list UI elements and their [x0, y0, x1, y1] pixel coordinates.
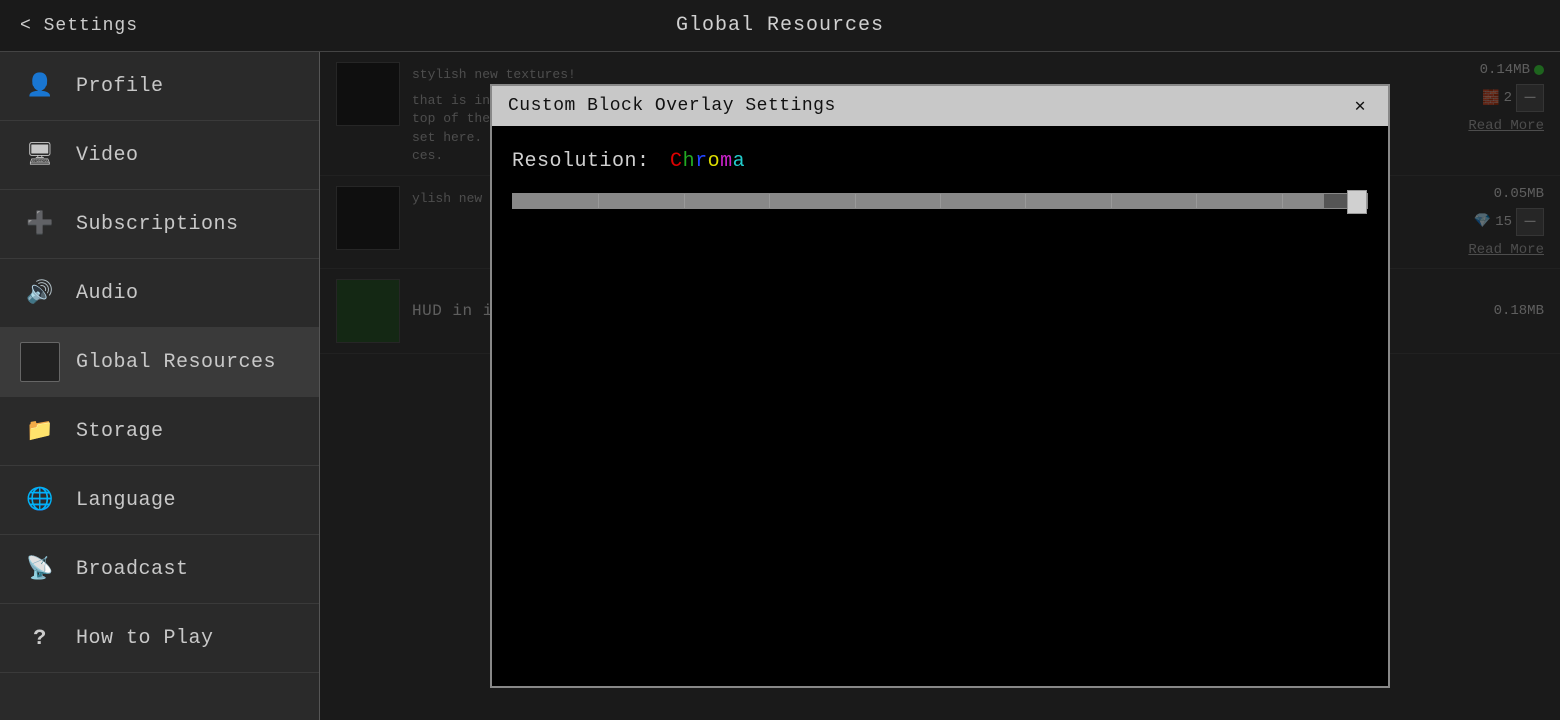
sidebar-item-video[interactable]: 🖥 Video	[0, 121, 319, 190]
back-button[interactable]: < Settings	[20, 16, 138, 36]
chroma-letter-m: m	[720, 150, 733, 173]
resolution-label: Resolution: Chroma	[512, 150, 1368, 173]
sidebar-item-label: Global Resources	[76, 351, 276, 374]
resolution-slider-container	[512, 193, 1368, 209]
broadcast-icon: 📡	[20, 549, 60, 589]
slider-tick	[855, 194, 856, 208]
language-icon: 🌐	[20, 480, 60, 520]
sidebar-item-language[interactable]: 🌐 Language	[0, 466, 319, 535]
right-content: stylish new textures! that is in two pac…	[320, 52, 1560, 720]
sidebar-item-label: Subscriptions	[76, 213, 239, 236]
sidebar-item-storage[interactable]: 📁 Storage	[0, 397, 319, 466]
sidebar-item-label: How to Play	[76, 627, 214, 650]
audio-icon: 🔊	[20, 273, 60, 313]
top-bar: < Settings Global Resources	[0, 0, 1560, 52]
modal-dialog: Custom Block Overlay Settings ✕ Resoluti…	[490, 84, 1390, 688]
chroma-letter-o: o	[708, 150, 721, 173]
global-resources-icon	[20, 342, 60, 382]
slider-tick	[940, 194, 941, 208]
modal-title: Custom Block Overlay Settings	[508, 96, 836, 116]
slider-tick	[1111, 194, 1112, 208]
slider-tick	[769, 194, 770, 208]
slider-track[interactable]	[512, 193, 1368, 209]
sidebar-item-label: Audio	[76, 282, 139, 305]
sidebar-item-label: Broadcast	[76, 558, 189, 581]
video-icon: 🖥	[20, 135, 60, 175]
slider-fill	[513, 194, 1324, 208]
chroma-letter-r: r	[695, 150, 708, 173]
modal-header: Custom Block Overlay Settings ✕	[492, 86, 1388, 126]
modal-close-button[interactable]: ✕	[1348, 94, 1372, 118]
main-layout: 👤 Profile 🖥 Video ➕ Subscriptions 🔊 Audi…	[0, 52, 1560, 720]
how-to-play-icon: ?	[20, 618, 60, 658]
slider-tick	[1025, 194, 1026, 208]
modal-overlay: Custom Block Overlay Settings ✕ Resoluti…	[320, 52, 1560, 720]
chroma-value: Chroma	[670, 150, 745, 173]
chroma-letter-h: h	[683, 150, 696, 173]
sidebar: 👤 Profile 🖥 Video ➕ Subscriptions 🔊 Audi…	[0, 52, 320, 720]
chroma-letter-a: a	[733, 150, 746, 173]
subscriptions-icon: ➕	[20, 204, 60, 244]
sidebar-item-subscriptions[interactable]: ➕ Subscriptions	[0, 190, 319, 259]
profile-icon: 👤	[20, 66, 60, 106]
slider-tick	[1196, 194, 1197, 208]
sidebar-item-global-resources[interactable]: Global Resources	[0, 328, 319, 397]
storage-icon: 📁	[20, 411, 60, 451]
modal-body: Resolution: Chroma	[492, 126, 1388, 686]
sidebar-item-label: Language	[76, 489, 176, 512]
sidebar-item-label: Profile	[76, 75, 164, 98]
chroma-letter-c: C	[670, 150, 683, 173]
page-title: Global Resources	[676, 14, 884, 37]
sidebar-item-label: Storage	[76, 420, 164, 443]
slider-tick	[1282, 194, 1283, 208]
slider-thumb[interactable]	[1347, 190, 1367, 214]
sidebar-item-how-to-play[interactable]: ? How to Play	[0, 604, 319, 673]
slider-tick	[598, 194, 599, 208]
slider-tick	[684, 194, 685, 208]
sidebar-item-audio[interactable]: 🔊 Audio	[0, 259, 319, 328]
sidebar-item-label: Video	[76, 144, 139, 167]
sidebar-item-profile[interactable]: 👤 Profile	[0, 52, 319, 121]
sidebar-item-broadcast[interactable]: 📡 Broadcast	[0, 535, 319, 604]
